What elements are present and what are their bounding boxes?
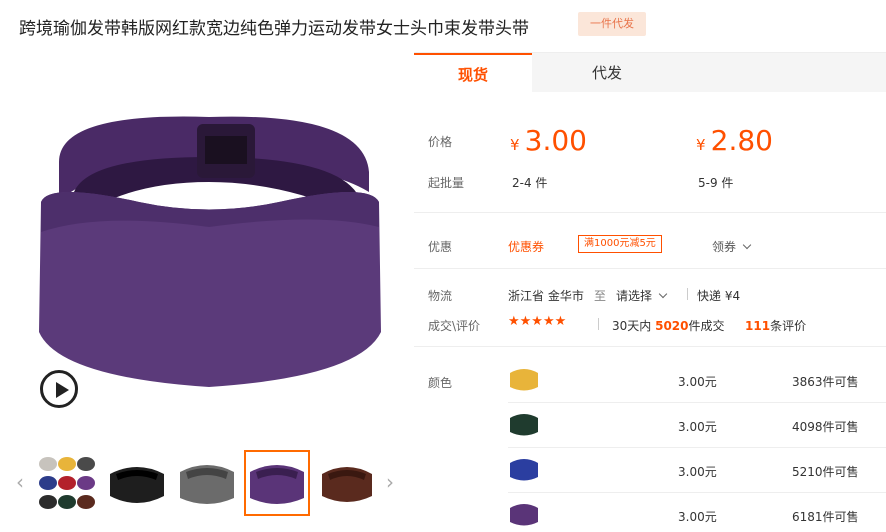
thumbnail-prev-icon[interactable]: ‹ — [16, 470, 24, 494]
divider — [414, 268, 886, 269]
brown-headband-thumb — [316, 452, 378, 514]
deals-label: 成交\评价 — [428, 319, 481, 333]
review-count: 111 — [745, 319, 771, 333]
claim-coupon-label: 领券 — [712, 240, 737, 254]
thumbnail-gray[interactable] — [176, 452, 238, 514]
price-label: 价格 — [428, 135, 453, 149]
review-stats[interactable]: 111条评价 — [745, 317, 806, 334]
price-tier-1: ¥ 3.00 — [510, 124, 587, 157]
tab-dropship[interactable]: 代发 — [532, 53, 682, 93]
color-option-row[interactable]: 3.00元 6181件可售 — [414, 493, 886, 532]
color-price: 3.00元 — [678, 420, 717, 434]
separator — [687, 288, 688, 300]
tier-1-qty: 2-4 件 — [512, 176, 548, 190]
rating-stars: ★★★★★ — [508, 314, 567, 329]
tier-2-qty: 5-9 件 — [698, 176, 734, 190]
headband-swatch-icon — [508, 498, 540, 530]
dropship-badge[interactable]: 一件代发 — [578, 12, 646, 36]
review-suffix: 条评价 — [770, 319, 807, 333]
moq-label: 起批量 — [428, 176, 465, 190]
thumbnail-next-icon[interactable]: › — [386, 470, 394, 494]
color-swatch-image[interactable] — [508, 498, 540, 530]
product-title: 跨境瑜伽发带韩版网红款宽边纯色弹力运动发带女士头巾束发带头带 — [19, 19, 529, 39]
thumbnail-black[interactable] — [106, 452, 168, 514]
separator — [598, 318, 599, 330]
color-option-row[interactable]: 3.00元 4098件可售 — [414, 403, 886, 448]
play-video-button[interactable] — [40, 370, 78, 408]
chevron-down-icon — [742, 240, 752, 250]
currency-symbol: ¥ — [696, 136, 706, 154]
claim-coupon-button[interactable]: 领券 — [712, 238, 752, 255]
logistics-label: 物流 — [428, 289, 453, 303]
gray-headband-thumb — [176, 452, 238, 514]
thumbnail-brown[interactable] — [316, 452, 378, 514]
color-stock: 3863件可售 — [792, 375, 859, 389]
days-prefix: 30天内 — [612, 319, 652, 333]
coupon-tag[interactable]: 满1000元减5元 — [578, 235, 662, 253]
price-value: 2.80 — [710, 124, 773, 157]
headband-swatch-icon — [508, 408, 540, 440]
color-stock: 6181件可售 — [792, 510, 859, 524]
coupon-link[interactable]: 优惠券 — [508, 238, 544, 255]
price-panel — [414, 92, 886, 212]
color-swatch-image[interactable] — [508, 363, 540, 395]
promo-label: 优惠 — [428, 240, 453, 254]
color-price: 3.00元 — [678, 465, 717, 479]
color-price: 3.00元 — [678, 510, 717, 524]
stock-tabs: 现货 代发 — [414, 52, 886, 93]
price-tier-2: ¥ 2.80 — [696, 124, 773, 157]
thumbnail-purple[interactable] — [244, 450, 310, 516]
deal-suffix: 件成交 — [688, 319, 725, 333]
headband-swatch-icon — [508, 453, 540, 485]
color-swatch-image[interactable] — [508, 408, 540, 440]
color-swatch-image[interactable] — [508, 453, 540, 485]
destination-select-label: 请选择 — [616, 289, 653, 303]
chevron-down-icon — [658, 289, 668, 299]
thumbnail-multicolor[interactable] — [36, 452, 98, 514]
headband-swatch-icon — [508, 363, 540, 395]
black-headband-thumb — [106, 452, 168, 514]
deal-stats: 30天内 5020件成交 — [612, 317, 725, 334]
price-value: 3.00 — [524, 124, 587, 157]
ship-to-word: 至 — [594, 289, 607, 303]
color-option-row[interactable]: 3.00元 5210件可售 — [414, 448, 886, 493]
color-option-row[interactable]: 3.00元 3863件可售 — [414, 358, 886, 403]
ship-from: 浙江省 金华市 — [508, 289, 584, 303]
color-price: 3.00元 — [678, 375, 717, 389]
currency-symbol: ¥ — [510, 136, 520, 154]
destination-select[interactable]: 请选择 — [616, 287, 668, 304]
divider — [414, 212, 886, 213]
main-product-image[interactable] — [19, 52, 398, 433]
express-fee: 快递 ¥4 — [697, 289, 741, 303]
tab-in-stock[interactable]: 现货 — [414, 53, 532, 93]
color-stock: 4098件可售 — [792, 420, 859, 434]
multicolor-headbands-thumb — [36, 452, 98, 514]
divider — [414, 346, 886, 347]
deal-count: 5020 — [655, 319, 689, 333]
purple-headband-photo — [19, 52, 398, 433]
purple-headband-thumb — [246, 452, 308, 514]
color-stock: 5210件可售 — [792, 465, 859, 479]
